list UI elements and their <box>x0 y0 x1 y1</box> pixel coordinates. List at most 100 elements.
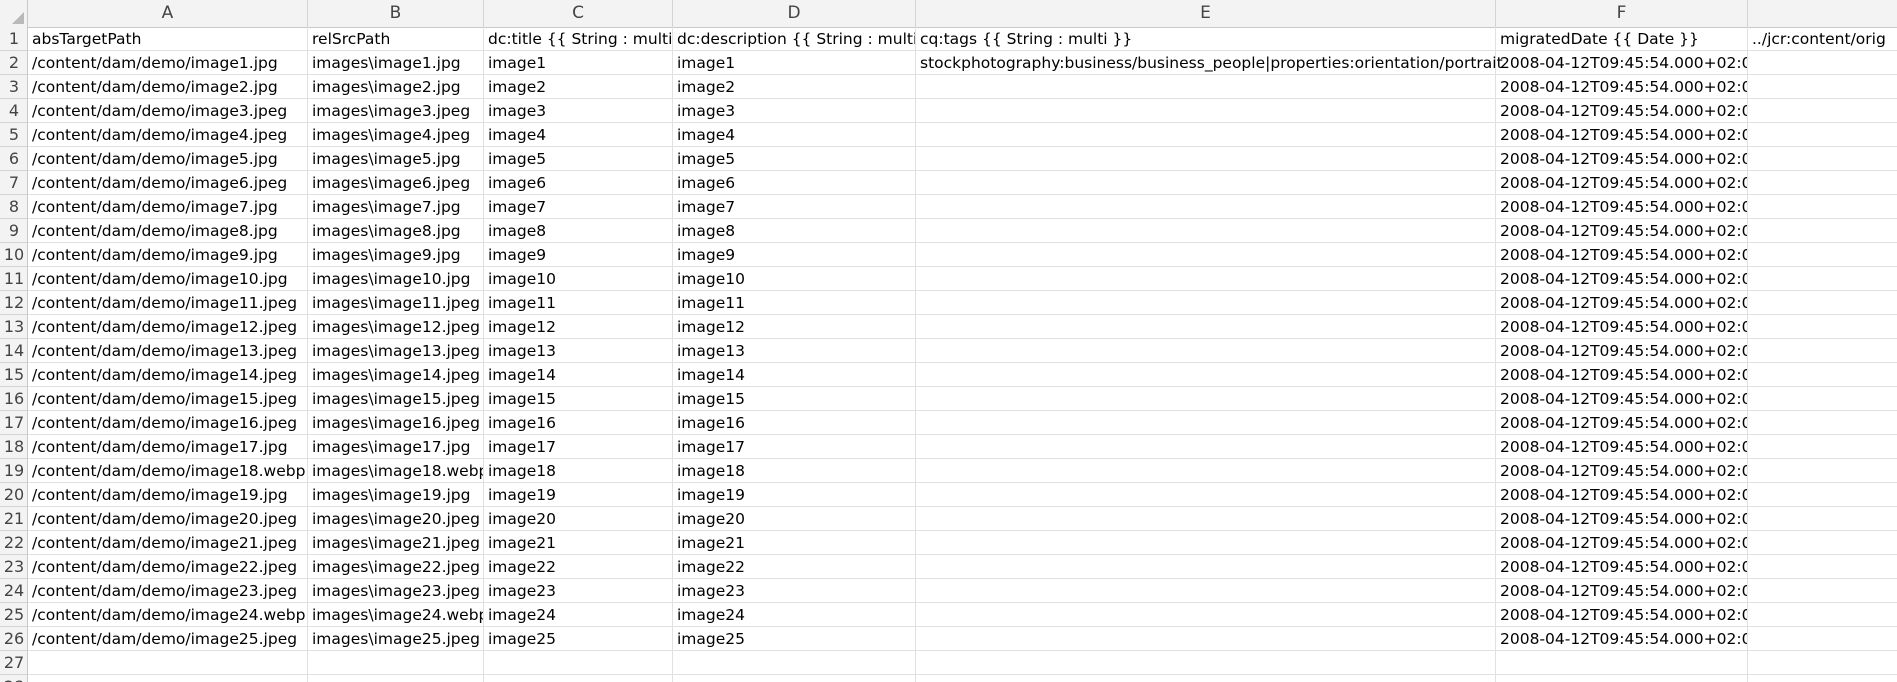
table-cell[interactable] <box>916 291 1496 315</box>
table-cell[interactable]: images\image16.jpeg <box>308 411 484 435</box>
table-cell[interactable] <box>916 315 1496 339</box>
table-cell[interactable] <box>916 123 1496 147</box>
table-cell[interactable]: images\image13.jpeg <box>308 339 484 363</box>
table-cell[interactable] <box>916 75 1496 99</box>
table-cell[interactable]: image16 <box>484 411 673 435</box>
row-header-12[interactable]: 12 <box>0 291 28 315</box>
table-cell[interactable]: image4 <box>673 123 916 147</box>
table-cell[interactable] <box>308 675 484 682</box>
table-cell[interactable]: image18 <box>673 459 916 483</box>
row-header-9[interactable]: 9 <box>0 219 28 243</box>
table-cell[interactable]: /content/dam/demo/image10.jpg <box>28 267 308 291</box>
table-cell[interactable]: images\image3.jpeg <box>308 99 484 123</box>
table-cell[interactable]: images\image14.jpeg <box>308 363 484 387</box>
table-cell[interactable]: 2008-04-12T09:45:54.000+02:00 <box>1496 99 1748 123</box>
table-cell[interactable]: images\image20.jpeg <box>308 507 484 531</box>
table-cell[interactable]: /content/dam/demo/image20.jpeg <box>28 507 308 531</box>
table-cell[interactable] <box>916 147 1496 171</box>
select-all-button[interactable] <box>0 0 28 27</box>
table-cell[interactable] <box>1748 603 1897 627</box>
table-cell[interactable]: image9 <box>484 243 673 267</box>
table-cell[interactable]: images\image4.jpeg <box>308 123 484 147</box>
table-cell[interactable] <box>1748 51 1897 75</box>
table-cell[interactable]: 2008-04-12T09:45:54.000+02:00 <box>1496 435 1748 459</box>
table-cell[interactable]: 2008-04-12T09:45:54.000+02:00 <box>1496 219 1748 243</box>
row-header-26[interactable]: 26 <box>0 627 28 651</box>
table-cell[interactable]: image8 <box>484 219 673 243</box>
table-cell[interactable]: images\image9.jpg <box>308 243 484 267</box>
table-cell[interactable]: /content/dam/demo/image2.jpg <box>28 75 308 99</box>
table-cell[interactable]: /content/dam/demo/image21.jpeg <box>28 531 308 555</box>
table-cell[interactable]: image20 <box>484 507 673 531</box>
table-cell[interactable]: /content/dam/demo/image8.jpg <box>28 219 308 243</box>
table-cell[interactable]: /content/dam/demo/image14.jpeg <box>28 363 308 387</box>
table-cell[interactable] <box>916 531 1496 555</box>
table-cell[interactable]: images\image17.jpg <box>308 435 484 459</box>
table-cell[interactable] <box>916 603 1496 627</box>
table-cell[interactable]: image24 <box>673 603 916 627</box>
table-cell[interactable] <box>1748 651 1897 675</box>
table-cell[interactable] <box>916 339 1496 363</box>
table-cell[interactable]: /content/dam/demo/image11.jpeg <box>28 291 308 315</box>
table-cell[interactable] <box>1748 291 1897 315</box>
table-cell[interactable]: images\image10.jpg <box>308 267 484 291</box>
table-cell[interactable]: image2 <box>484 75 673 99</box>
table-cell[interactable]: image15 <box>484 387 673 411</box>
table-cell[interactable] <box>1748 195 1897 219</box>
header-cell[interactable]: migratedDate {{ Date }} <box>1496 27 1748 51</box>
table-cell[interactable]: 2008-04-12T09:45:54.000+02:00 <box>1496 507 1748 531</box>
table-cell[interactable]: 2008-04-12T09:45:54.000+02:00 <box>1496 123 1748 147</box>
row-header-4[interactable]: 4 <box>0 99 28 123</box>
table-cell[interactable] <box>1496 675 1748 682</box>
table-cell[interactable]: /content/dam/demo/image9.jpg <box>28 243 308 267</box>
table-cell[interactable]: image21 <box>673 531 916 555</box>
table-cell[interactable]: image20 <box>673 507 916 531</box>
table-cell[interactable]: images\image7.jpg <box>308 195 484 219</box>
table-cell[interactable] <box>1748 507 1897 531</box>
table-cell[interactable]: stockphotography:business/business_peopl… <box>916 51 1503 75</box>
table-cell[interactable] <box>1748 123 1897 147</box>
table-cell[interactable] <box>308 651 484 675</box>
table-cell[interactable] <box>1748 267 1897 291</box>
table-cell[interactable] <box>1748 435 1897 459</box>
table-cell[interactable]: 2008-04-12T09:45:54.000+02:00 <box>1496 579 1748 603</box>
table-cell[interactable]: image10 <box>484 267 673 291</box>
table-cell[interactable]: image2 <box>673 75 916 99</box>
table-cell[interactable]: 2008-04-12T09:45:54.000+02:00 <box>1496 51 1748 75</box>
table-cell[interactable]: /content/dam/demo/image16.jpeg <box>28 411 308 435</box>
row-header-20[interactable]: 20 <box>0 483 28 507</box>
row-header-23[interactable]: 23 <box>0 555 28 579</box>
table-cell[interactable]: /content/dam/demo/image15.jpeg <box>28 387 308 411</box>
table-cell[interactable]: images\image18.webp <box>308 459 484 483</box>
table-cell[interactable]: image9 <box>673 243 916 267</box>
table-cell[interactable] <box>916 267 1496 291</box>
table-cell[interactable] <box>916 363 1496 387</box>
table-cell[interactable]: /content/dam/demo/image4.jpeg <box>28 123 308 147</box>
table-cell[interactable] <box>916 651 1496 675</box>
row-header-27[interactable]: 27 <box>0 651 28 675</box>
table-cell[interactable]: images\image24.webp <box>308 603 484 627</box>
table-cell[interactable] <box>916 219 1496 243</box>
column-header-c[interactable]: C <box>484 0 673 27</box>
table-cell[interactable]: 2008-04-12T09:45:54.000+02:00 <box>1496 291 1748 315</box>
table-cell[interactable] <box>916 579 1496 603</box>
table-cell[interactable]: images\image21.jpeg <box>308 531 484 555</box>
table-cell[interactable]: image17 <box>484 435 673 459</box>
table-cell[interactable] <box>916 387 1496 411</box>
table-cell[interactable]: images\image1.jpg <box>308 51 484 75</box>
row-header-11[interactable]: 11 <box>0 267 28 291</box>
table-cell[interactable]: images\image25.jpeg <box>308 627 484 651</box>
table-cell[interactable]: image5 <box>484 147 673 171</box>
table-cell[interactable]: image7 <box>484 195 673 219</box>
column-header-d[interactable]: D <box>673 0 916 27</box>
table-cell[interactable]: image23 <box>484 579 673 603</box>
table-cell[interactable] <box>1748 363 1897 387</box>
row-header-25[interactable]: 25 <box>0 603 28 627</box>
table-cell[interactable]: image1 <box>673 51 916 75</box>
table-cell[interactable]: images\image8.jpg <box>308 219 484 243</box>
row-header-1[interactable]: 1 <box>0 27 28 51</box>
table-cell[interactable]: image3 <box>484 99 673 123</box>
table-cell[interactable]: image19 <box>673 483 916 507</box>
table-cell[interactable]: /content/dam/demo/image12.jpeg <box>28 315 308 339</box>
table-cell[interactable]: /content/dam/demo/image13.jpeg <box>28 339 308 363</box>
